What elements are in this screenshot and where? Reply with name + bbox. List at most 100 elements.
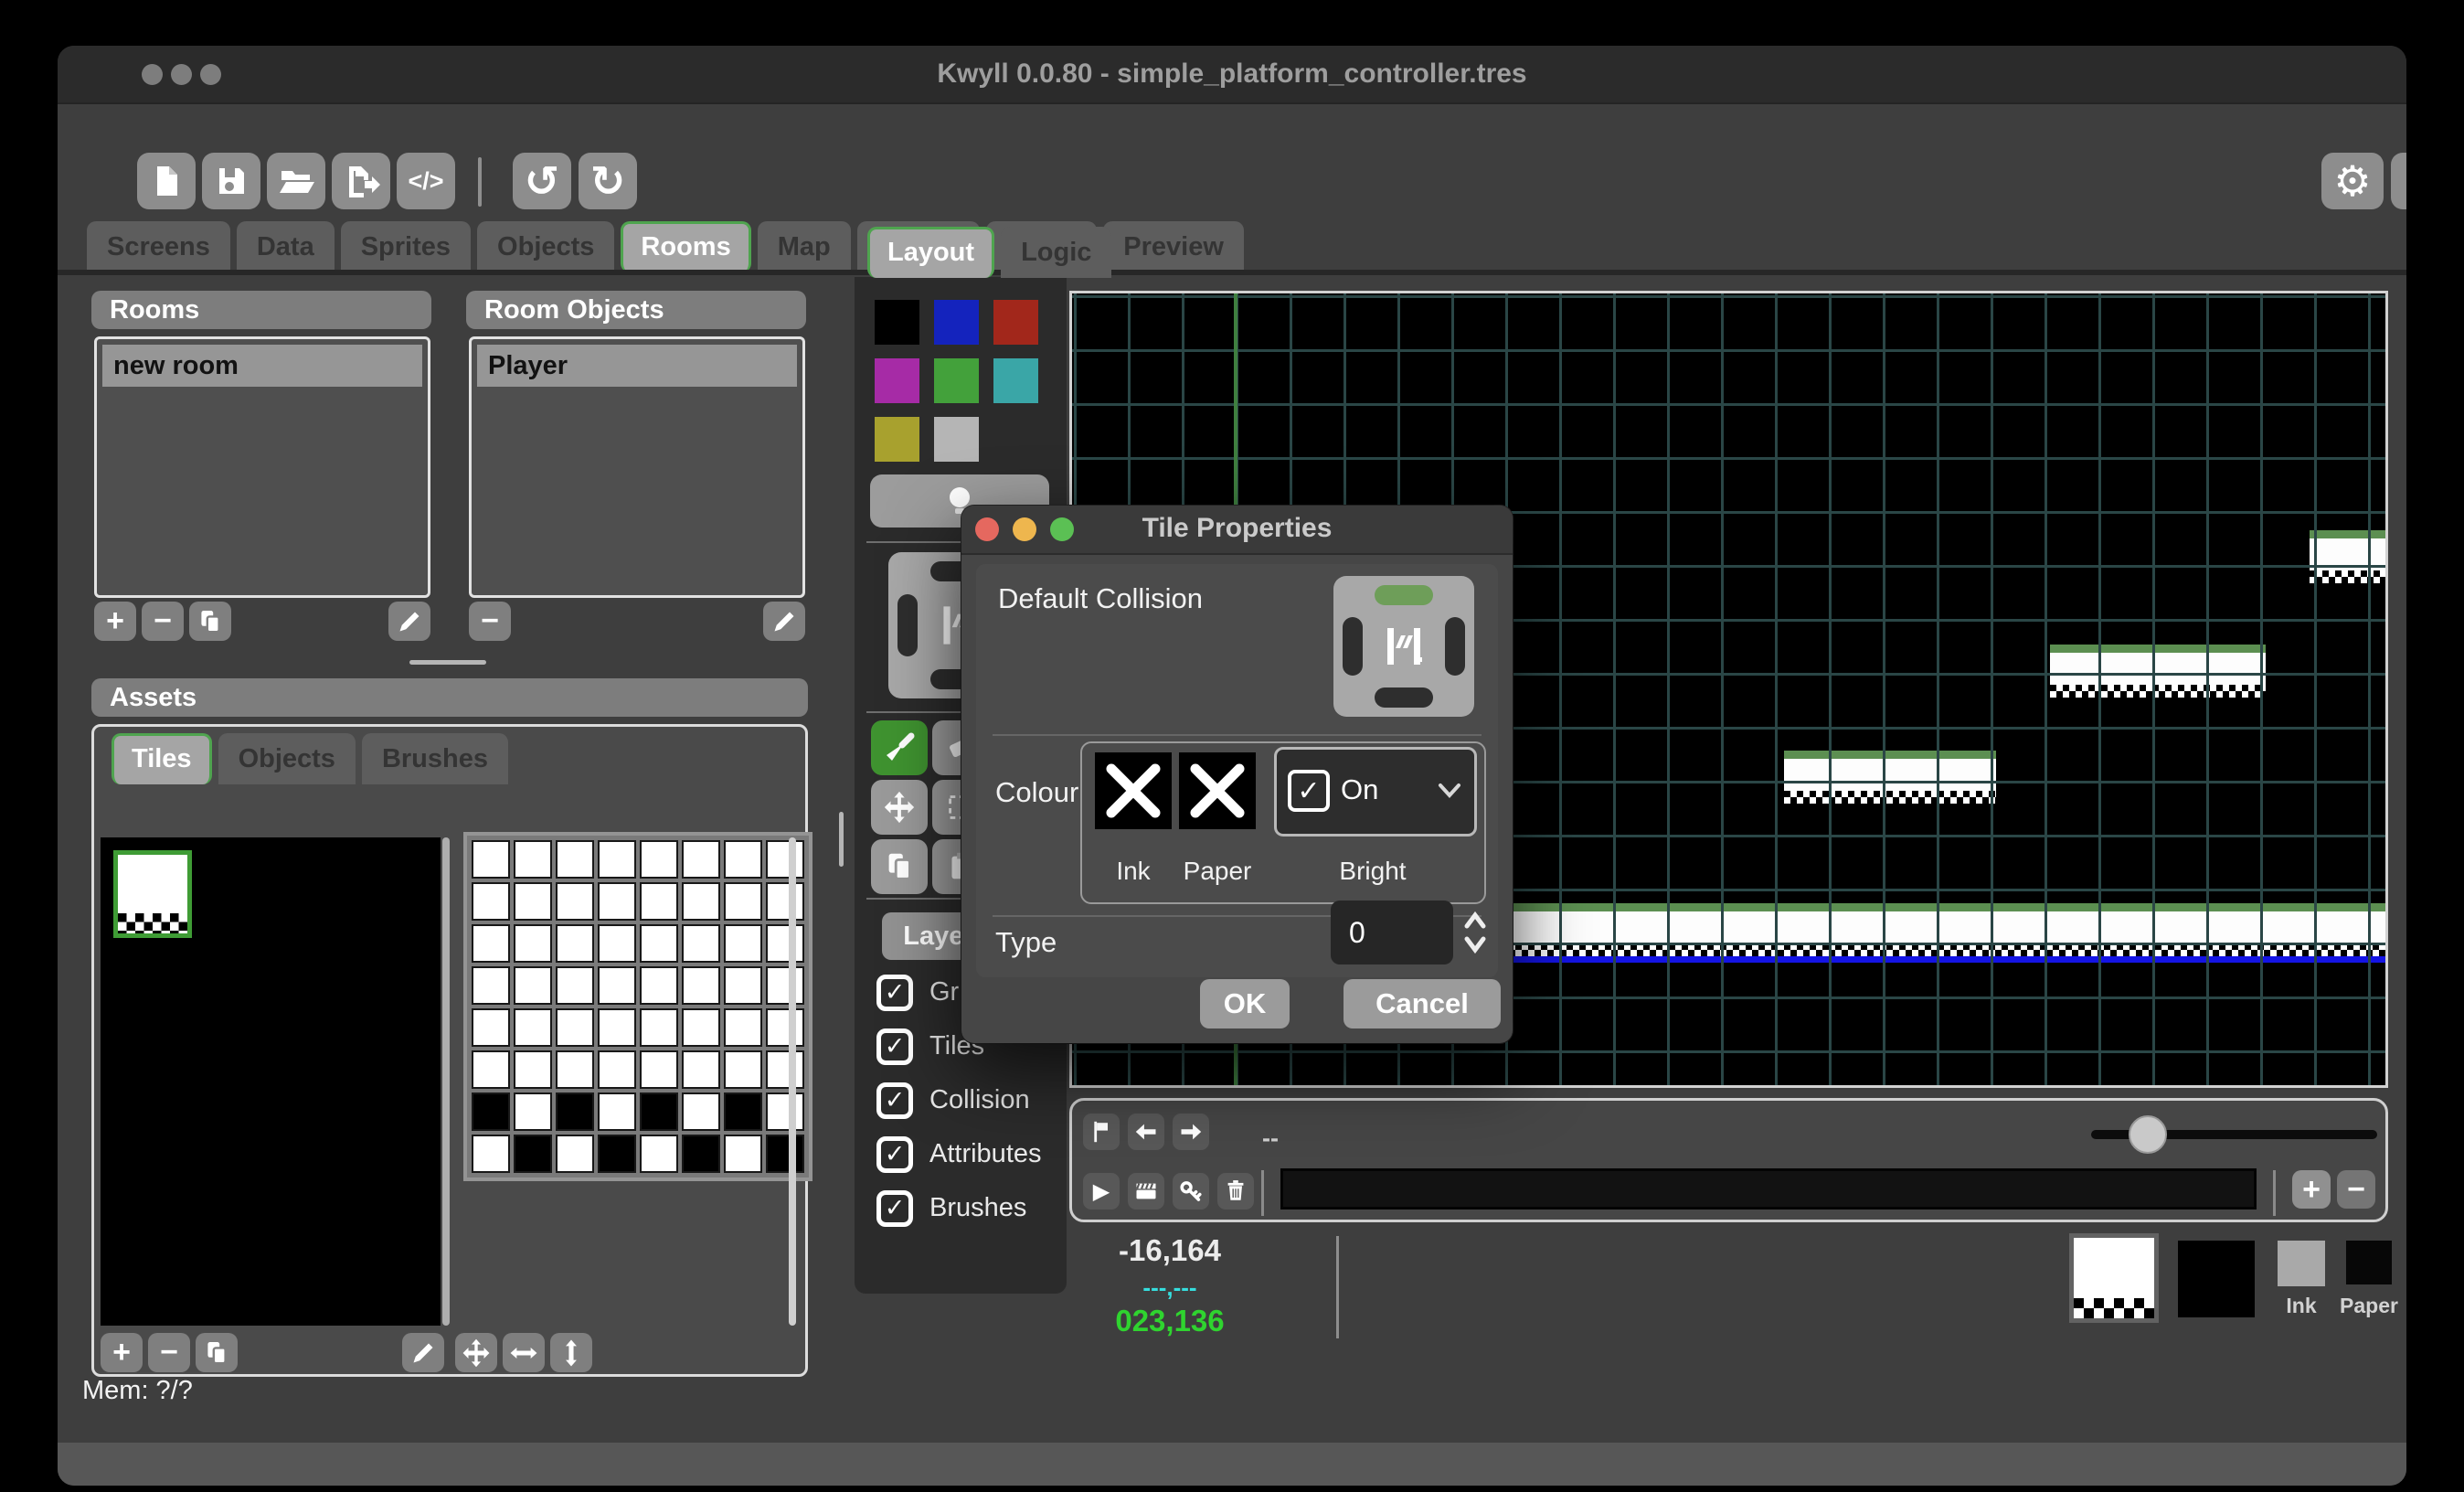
pixel-cell-6-0[interactable]: [472, 1092, 510, 1131]
pixel-cell-5-4[interactable]: [640, 1050, 678, 1089]
pixel-cell-2-0[interactable]: [472, 924, 510, 963]
pixel-cell-5-0[interactable]: [472, 1050, 510, 1089]
zoom-in-button[interactable]: +: [2292, 1170, 2331, 1209]
pixel-cell-4-1[interactable]: [514, 1008, 552, 1047]
pixel-cell-1-4[interactable]: [640, 882, 678, 921]
palette-swatch-6[interactable]: [875, 417, 919, 462]
pixel-cell-4-2[interactable]: [556, 1008, 594, 1047]
pixel-cell-2-2[interactable]: [556, 924, 594, 963]
zoom-slider-thumb[interactable]: [2129, 1115, 2167, 1154]
tab-screens[interactable]: Screens: [87, 221, 230, 272]
pixel-cell-3-2[interactable]: [556, 966, 594, 1005]
pixel-cell-0-7[interactable]: [766, 840, 804, 879]
palette-swatch-4[interactable]: [934, 358, 979, 403]
remove-object-button[interactable]: −: [469, 602, 511, 641]
settings-button[interactable]: ⚙: [2321, 153, 2384, 209]
tab-sprites[interactable]: Sprites: [341, 221, 471, 272]
platform-2[interactable]: [1784, 751, 1996, 804]
platform-1[interactable]: [2050, 645, 2266, 698]
remove-room-button[interactable]: −: [142, 602, 184, 641]
pixel-cell-4-7[interactable]: [766, 1008, 804, 1047]
code-button[interactable]: </>: [397, 153, 455, 209]
palette-swatch-2[interactable]: [993, 300, 1038, 345]
pixel-cell-7-0[interactable]: [472, 1135, 510, 1173]
platform-0[interactable]: [2310, 530, 2385, 583]
default-collision-widget[interactable]: [1333, 576, 1474, 717]
pixel-cell-3-7[interactable]: [766, 966, 804, 1005]
pixel-cell-2-6[interactable]: [724, 924, 762, 963]
room-objects-list[interactable]: Player: [469, 336, 805, 598]
zoom-out-button[interactable]: −: [2337, 1170, 2375, 1209]
layer-checkbox-tiles[interactable]: ✓: [876, 1028, 913, 1065]
pixel-cell-0-1[interactable]: [514, 840, 552, 879]
export-button[interactable]: [332, 153, 390, 209]
pixel-cell-3-5[interactable]: [682, 966, 720, 1005]
pixel-cell-6-7[interactable]: [766, 1092, 804, 1131]
pixel-cell-0-3[interactable]: [598, 840, 636, 879]
timeline-bar[interactable]: [1280, 1168, 2257, 1210]
pixel-cell-1-6[interactable]: [724, 882, 762, 921]
pixel-cell-2-3[interactable]: [598, 924, 636, 963]
pixel-cell-1-1[interactable]: [514, 882, 552, 921]
pixel-cell-1-0[interactable]: [472, 882, 510, 921]
pixel-cell-2-1[interactable]: [514, 924, 552, 963]
flag-button[interactable]: [1083, 1114, 1120, 1150]
edit-object-button[interactable]: [763, 602, 805, 641]
pixel-cell-1-5[interactable]: [682, 882, 720, 921]
pixel-cell-6-5[interactable]: [682, 1092, 720, 1131]
pixel-cell-5-2[interactable]: [556, 1050, 594, 1089]
duplicate-room-button[interactable]: [189, 602, 231, 641]
pixel-cell-7-4[interactable]: [640, 1135, 678, 1173]
duplicate-asset-button[interactable]: [196, 1333, 238, 1372]
palette-swatch-7[interactable]: [934, 417, 979, 462]
room-object-item[interactable]: Player: [477, 345, 797, 387]
assets-tab-tiles[interactable]: Tiles: [112, 733, 212, 784]
pixel-cell-3-1[interactable]: [514, 966, 552, 1005]
collision-top-bar-active[interactable]: [1375, 585, 1434, 605]
pixel-cell-3-6[interactable]: [724, 966, 762, 1005]
play-button[interactable]: ▶: [1083, 1173, 1120, 1210]
pixel-cell-3-0[interactable]: [472, 966, 510, 1005]
pixel-cell-4-3[interactable]: [598, 1008, 636, 1047]
pixel-cell-0-4[interactable]: [640, 840, 678, 879]
pixel-cell-7-5[interactable]: [682, 1135, 720, 1173]
pixel-cell-5-1[interactable]: [514, 1050, 552, 1089]
pixel-cell-7-7[interactable]: [766, 1135, 804, 1173]
pixel-cell-6-4[interactable]: [640, 1092, 678, 1131]
editor-tab-layout[interactable]: Layout: [867, 227, 994, 278]
pixel-cell-0-2[interactable]: [556, 840, 594, 879]
copy-tool-button[interactable]: [871, 839, 928, 894]
delete-button[interactable]: [1217, 1173, 1254, 1210]
tab-rooms[interactable]: Rooms: [621, 221, 750, 272]
tab-preview[interactable]: Preview: [1103, 221, 1244, 272]
pixel-cell-6-2[interactable]: [556, 1092, 594, 1131]
tile-list[interactable]: [101, 837, 441, 1326]
assets-tab-objects[interactable]: Objects: [218, 733, 356, 784]
pixel-cell-6-6[interactable]: [724, 1092, 762, 1131]
ink-colour-button[interactable]: [1095, 752, 1172, 829]
pixel-cell-2-4[interactable]: [640, 924, 678, 963]
pixel-cell-4-4[interactable]: [640, 1008, 678, 1047]
edit-asset-button[interactable]: [402, 1333, 444, 1372]
assets-splitter[interactable]: [442, 837, 450, 1326]
collision-left-bar[interactable]: [1343, 617, 1363, 677]
pixel-cell-1-2[interactable]: [556, 882, 594, 921]
paper-color-swatch[interactable]: [2346, 1241, 2392, 1284]
tile-list-item-selected[interactable]: [113, 850, 192, 938]
pixel-cell-6-3[interactable]: [598, 1092, 636, 1131]
pixel-cell-4-6[interactable]: [724, 1008, 762, 1047]
palette-swatch-0[interactable]: [875, 300, 919, 345]
layer-checkbox-attributes[interactable]: ✓: [876, 1136, 913, 1173]
layer-checkbox-collision[interactable]: ✓: [876, 1082, 913, 1119]
pixel-cell-2-7[interactable]: [766, 924, 804, 963]
pixel-cell-5-7[interactable]: [766, 1050, 804, 1089]
pixel-cell-4-5[interactable]: [682, 1008, 720, 1047]
type-stepper[interactable]: [1462, 908, 1488, 962]
type-input[interactable]: 0: [1331, 901, 1453, 964]
pixel-cell-1-3[interactable]: [598, 882, 636, 921]
pixel-cell-7-3[interactable]: [598, 1135, 636, 1173]
flip-horizontal-button[interactable]: [503, 1333, 545, 1372]
paint-tool-button[interactable]: [871, 720, 928, 775]
pixel-cell-7-1[interactable]: [514, 1135, 552, 1173]
flip-vertical-button[interactable]: [550, 1333, 592, 1372]
